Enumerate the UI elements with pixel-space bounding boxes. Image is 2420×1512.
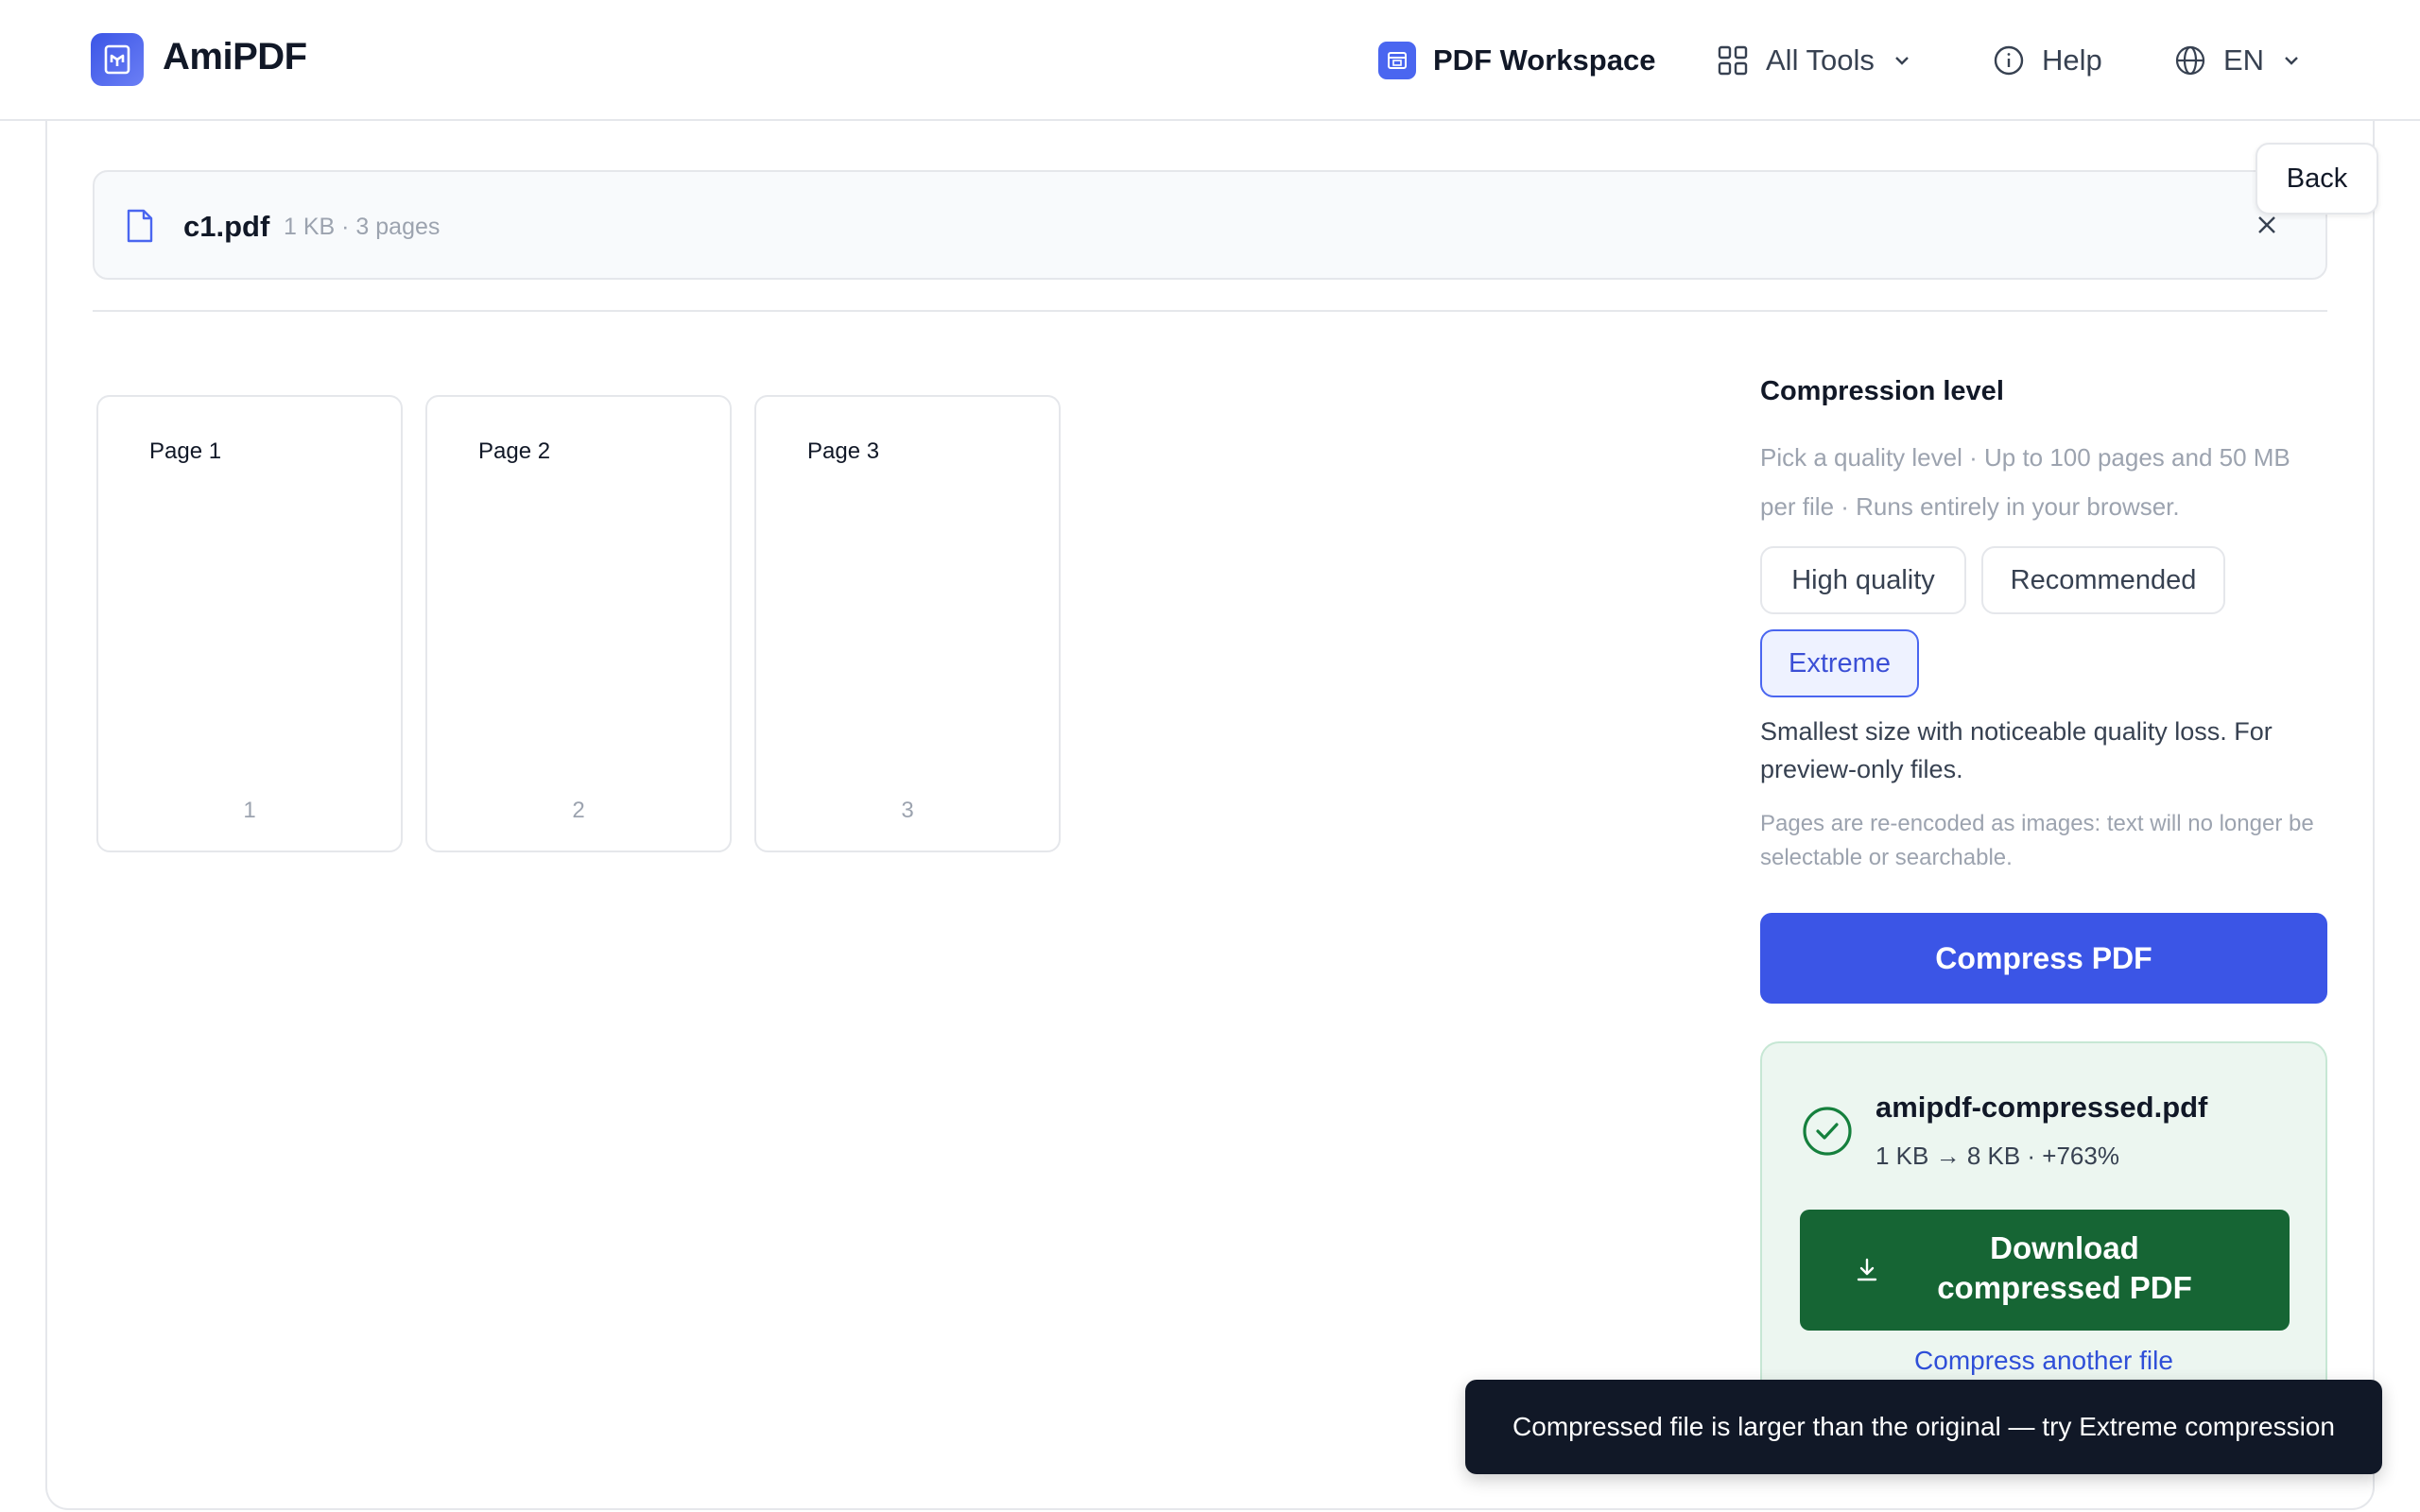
page-thumbnail-2[interactable]: Page 2 2 bbox=[425, 395, 732, 852]
compress-another-link[interactable]: Compress another file bbox=[1762, 1346, 2325, 1376]
globe-icon bbox=[2174, 44, 2206, 77]
file-meta: 1 KB · 3 pages bbox=[284, 214, 441, 240]
page-thumbnail-label: Page 2 bbox=[478, 438, 551, 464]
page-thumbnail-label: Page 3 bbox=[807, 438, 880, 464]
download-icon bbox=[1855, 1257, 1879, 1286]
download-button-label: Download compressed PDF bbox=[1937, 1230, 2192, 1305]
option-high-quality[interactable]: High quality bbox=[1760, 546, 1966, 614]
chevron-down-icon bbox=[2281, 50, 2302, 71]
brand-name[interactable]: AmiPDF bbox=[163, 36, 307, 78]
nav-all-tools[interactable]: All Tools bbox=[1717, 38, 1912, 83]
nav-help-label: Help bbox=[2042, 43, 2102, 77]
level-note: Pages are re-encoded as images: text wil… bbox=[1760, 811, 2314, 870]
compression-description: Pick a quality level · Up to 100 pages a… bbox=[1760, 443, 2290, 521]
page-thumbnail-label: Page 1 bbox=[149, 438, 222, 464]
nav-all-tools-label: All Tools bbox=[1766, 43, 1875, 77]
section-divider bbox=[93, 310, 2327, 312]
nav-pdf-workspace-label: PDF Workspace bbox=[1433, 43, 1656, 77]
top-header: AmiPDF PDF Workspace All Tools Help EN bbox=[0, 0, 2420, 121]
result-card: amipdf-compressed.pdf 1 KB → 8 KB · +763… bbox=[1760, 1041, 2327, 1419]
option-recommended[interactable]: Recommended bbox=[1981, 546, 2225, 614]
logo-icon[interactable] bbox=[91, 33, 144, 86]
language-selector[interactable]: EN bbox=[2174, 38, 2302, 83]
compression-level-title: Compression level bbox=[1760, 376, 2004, 406]
page-thumbnail-1[interactable]: Page 1 1 bbox=[96, 395, 403, 852]
page-thumbnail-number: 1 bbox=[243, 798, 256, 823]
chevron-down-icon bbox=[1892, 50, 1912, 71]
file-icon bbox=[125, 208, 155, 249]
level-description: Smallest size with noticeable quality lo… bbox=[1760, 717, 2273, 783]
grid-icon bbox=[1717, 44, 1749, 77]
download-compressed-button[interactable]: Download compressed PDF bbox=[1800, 1210, 2290, 1331]
page-thumbnail-number: 3 bbox=[901, 798, 914, 823]
workspace-icon bbox=[1378, 42, 1416, 79]
language-label: EN bbox=[2223, 43, 2265, 77]
nav-help[interactable]: Help bbox=[1993, 38, 2102, 83]
toast-notification: Compressed file is larger than the origi… bbox=[1465, 1380, 2382, 1474]
nav-pdf-workspace[interactable]: PDF Workspace bbox=[1378, 38, 1655, 83]
back-button[interactable]: Back bbox=[2256, 143, 2378, 215]
file-bar: c1.pdf 1 KB · 3 pages bbox=[93, 170, 2327, 280]
page-thumbnail-3[interactable]: Page 3 3 bbox=[754, 395, 1061, 852]
result-size-change: 1 KB → 8 KB · +763% bbox=[1876, 1142, 2119, 1170]
compress-pdf-button[interactable]: Compress PDF bbox=[1760, 913, 2327, 1004]
info-icon bbox=[1993, 44, 2025, 77]
check-circle-icon bbox=[1802, 1106, 1853, 1161]
option-extreme[interactable]: Extreme bbox=[1760, 629, 1919, 697]
result-filename: amipdf-compressed.pdf bbox=[1876, 1091, 2208, 1124]
page-thumbnail-number: 2 bbox=[572, 798, 585, 823]
file-name: c1.pdf bbox=[183, 210, 270, 243]
